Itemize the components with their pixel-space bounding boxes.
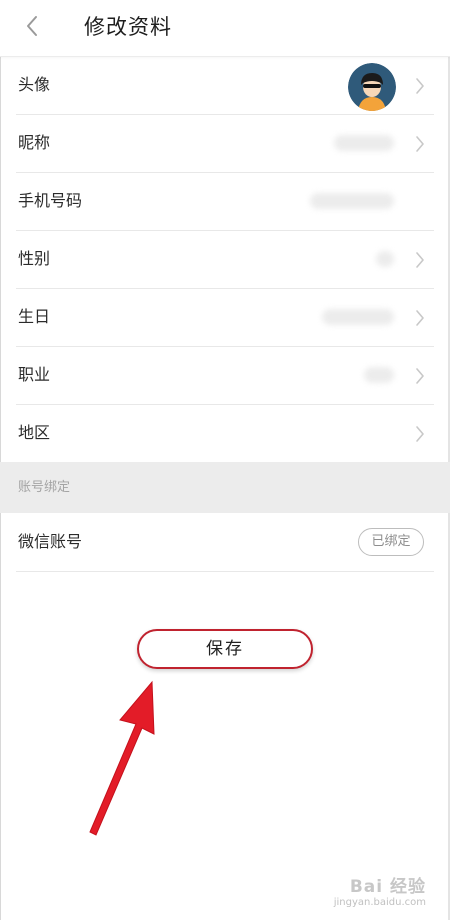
watermark-url: jingyan.baidu.com: [333, 897, 426, 908]
occupation-value-blurred: [364, 367, 394, 383]
nickname-value-blurred: [334, 135, 394, 151]
row-avatar[interactable]: 头像: [16, 57, 434, 115]
status-badge[interactable]: 已绑定: [358, 528, 424, 556]
page-title: 修改资料: [84, 15, 172, 39]
row-label-region: 地区: [18, 423, 51, 442]
watermark: Bai 经验 jingyan.baidu.com: [334, 872, 426, 908]
row-label-birthday: 生日: [18, 307, 51, 326]
birthday-value-blurred: [322, 309, 394, 325]
row-occupation[interactable]: 职业: [16, 347, 434, 405]
row-label-avatar: 头像: [18, 75, 51, 94]
row-gender[interactable]: 性别: [16, 231, 434, 289]
chevron-right-icon: [416, 136, 424, 152]
chevron-right-icon: [416, 252, 424, 268]
chevron-right-icon: [416, 310, 424, 326]
avatar[interactable]: [348, 63, 396, 111]
annotation-arrow-icon: [89, 680, 155, 836]
chevron-right-icon: [416, 368, 424, 384]
phone-value-blurred: [310, 193, 394, 209]
row-label-gender: 性别: [18, 249, 51, 268]
chevron-left-icon: [27, 16, 37, 36]
row-nickname[interactable]: 昵称: [16, 115, 434, 173]
chevron-right-icon: [416, 426, 424, 442]
section-title: 账号绑定: [18, 480, 71, 495]
row-phone[interactable]: 手机号码: [16, 173, 434, 231]
save-button[interactable]: 保存: [137, 629, 313, 669]
section-header-account-binding: 账号绑定: [0, 462, 450, 513]
avatar-image: [348, 63, 396, 111]
row-wechat-account[interactable]: 微信账号 已绑定: [16, 514, 434, 572]
row-label-phone: 手机号码: [18, 191, 83, 210]
watermark-brand: Bai 经验: [349, 877, 426, 897]
row-region[interactable]: 地区: [16, 405, 434, 463]
row-label-wechat: 微信账号: [18, 532, 83, 551]
chevron-right-icon: [416, 78, 424, 94]
screen-left-edge: [0, 0, 1, 920]
app-screen: 修改资料 头像 昵称 手机号码 性别 生日 职业 地区 账号绑定 微信账号 已绑…: [0, 0, 450, 920]
row-label-occupation: 职业: [18, 365, 51, 384]
top-bar: 修改资料: [0, 0, 450, 57]
row-birthday[interactable]: 生日: [16, 289, 434, 347]
back-button[interactable]: [18, 12, 46, 40]
row-label-nickname: 昵称: [18, 133, 51, 152]
gender-value-blurred: [376, 251, 394, 267]
